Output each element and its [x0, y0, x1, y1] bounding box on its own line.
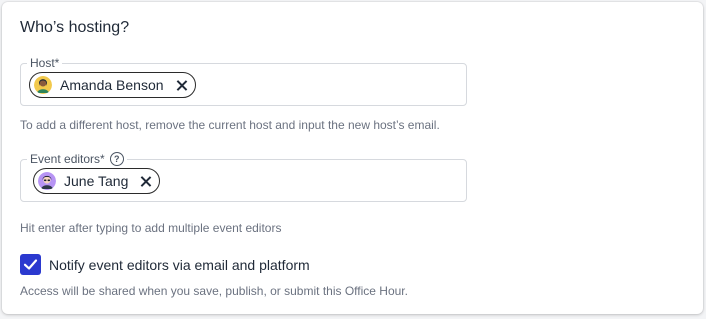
help-icon[interactable]: ?: [109, 152, 124, 166]
host-field[interactable]: Host* Amanda Benson: [20, 56, 467, 106]
editor-chip-name: June Tang: [64, 173, 129, 189]
avatar: [34, 76, 52, 94]
section-title: Who’s hosting?: [20, 19, 130, 36]
host-chip-name: Amanda Benson: [60, 77, 164, 93]
host-chip[interactable]: Amanda Benson: [29, 72, 196, 98]
hosting-card: Who’s hosting? Host* Amanda Benson To ad…: [2, 2, 703, 314]
checkmark-icon: [23, 259, 38, 270]
editor-chip[interactable]: June Tang: [33, 168, 161, 194]
host-label-text: Host*: [30, 56, 60, 70]
host-hint: To add a different host, remove the curr…: [20, 118, 440, 132]
remove-host-icon[interactable]: [176, 80, 187, 91]
event-editors-field[interactable]: Event editors* ? June Tang: [20, 152, 467, 202]
remove-editor-icon[interactable]: [140, 176, 151, 187]
access-note: Access will be shared when you save, pub…: [20, 284, 408, 298]
avatar: [38, 172, 56, 190]
notify-checkbox[interactable]: [20, 254, 41, 275]
editors-hint: Hit enter after typing to add multiple e…: [20, 221, 282, 235]
event-editors-field-label: Event editors* ?: [27, 152, 127, 166]
notify-label[interactable]: Notify event editors via email and platf…: [49, 257, 310, 273]
event-editors-label-text: Event editors*: [30, 152, 105, 166]
host-field-label: Host*: [27, 56, 63, 70]
